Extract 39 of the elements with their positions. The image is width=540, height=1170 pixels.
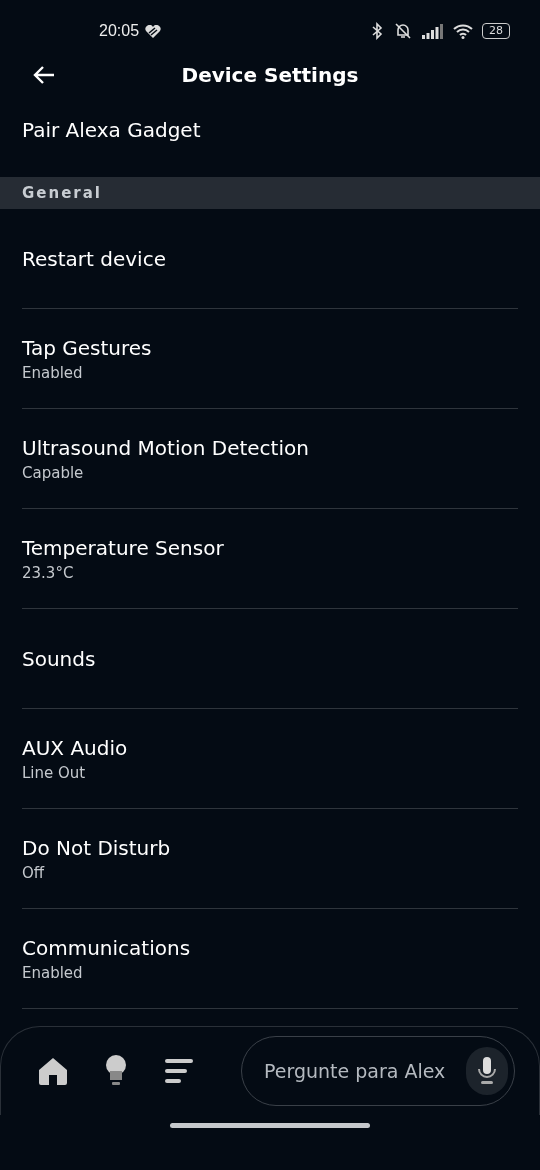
list-item[interactable]: Do Not Disturb Off: [22, 809, 518, 909]
item-value: 23.3°C: [22, 563, 75, 582]
page-title: Device Settings: [181, 63, 359, 87]
lightbulb-icon[interactable]: [105, 1055, 127, 1087]
list-item[interactable]: Restart device: [22, 209, 518, 309]
list-icon[interactable]: [164, 1058, 194, 1084]
signal-icon: [422, 23, 444, 39]
list-item[interactable]: Temperature Sensor 23.3°C: [22, 509, 518, 609]
battery-icon: 28: [482, 23, 510, 39]
list-item[interactable]: Tap Gestures Enabled: [22, 309, 518, 409]
item-label: Do Not Disturb: [22, 835, 172, 860]
item-value: Capable: [22, 463, 85, 482]
bluetooth-icon: [370, 22, 384, 40]
item-value: Enabled: [22, 363, 84, 382]
list-item[interactable]: Pair Alexa Gadget: [0, 88, 540, 166]
item-label: Communications: [22, 935, 192, 960]
item-value: Enabled: [22, 963, 84, 982]
section-header: General: [0, 177, 540, 209]
item-label: AUX Audio: [22, 735, 129, 760]
list-item[interactable]: Sounds: [22, 609, 518, 709]
heart-icon: [145, 24, 162, 38]
item-label: Restart device: [22, 246, 167, 271]
item-value: Off: [22, 863, 46, 882]
list-item[interactable]: AUX Audio Line Out: [22, 709, 518, 809]
muted-bell-icon: [393, 22, 413, 40]
ask-field[interactable]: Pergunte para Alex: [262, 1059, 466, 1083]
item-label: Temperature Sensor: [22, 535, 225, 560]
home-icon[interactable]: [38, 1057, 68, 1085]
item-label: Ultrasound Motion Detection: [22, 435, 310, 460]
item-value: Line Out: [22, 763, 87, 782]
list-item[interactable]: Ultrasound Motion Detection Capable: [22, 409, 518, 509]
back-arrow-icon[interactable]: [33, 65, 55, 85]
wifi-icon: [453, 23, 473, 39]
microphone-icon: [477, 1056, 497, 1086]
list-item[interactable]: Communications Enabled: [22, 909, 518, 1009]
item-label: Tap Gestures: [22, 335, 153, 360]
item-label: Sounds: [22, 646, 97, 671]
microphone-button[interactable]: [466, 1047, 508, 1095]
clock: 20:05: [99, 22, 140, 40]
